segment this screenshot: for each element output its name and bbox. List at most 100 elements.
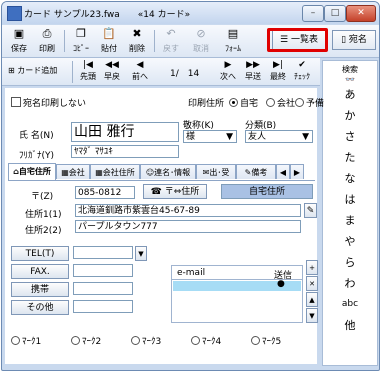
addressee-button[interactable]: ▯ 宛名 <box>332 30 376 50</box>
tab-company[interactable]: ▦会社 <box>56 164 90 179</box>
kana-index: 検索 👓 あ か さ た な は ま や ら わ abc 他 <box>322 60 378 366</box>
cancel-button[interactable]: ⊘ 取消 <box>188 28 214 54</box>
prev-button[interactable]: ◀ 前へ <box>132 60 148 82</box>
tab-sent-received[interactable]: ✉出･受 <box>196 164 236 179</box>
home-address-button[interactable]: 自宅住所 <box>221 184 313 199</box>
tab-scroll-left[interactable]: ◀ <box>276 164 290 179</box>
paste-button[interactable]: 📋 貼付 <box>96 28 122 54</box>
name-label: 氏 名(N) <box>19 131 54 141</box>
maximize-button[interactable]: □ <box>324 5 346 22</box>
kana-item[interactable]: な <box>323 168 377 189</box>
kana-item[interactable]: は <box>323 189 377 210</box>
mark-5[interactable]: ﾏｰｸ5 <box>251 334 281 347</box>
save-button[interactable]: ▣ 保存 <box>6 28 32 54</box>
paste-icon: 📋 <box>102 27 116 40</box>
kana-item[interactable]: 他 <box>323 315 377 336</box>
minimize-button[interactable]: – <box>302 5 324 22</box>
fast-back-button[interactable]: ◀◀ 早戻 <box>104 60 120 82</box>
toolbar-separator <box>154 30 155 52</box>
arrow-up-icon: ▲ <box>309 296 315 304</box>
address-tool-button[interactable]: ✎ <box>304 203 317 218</box>
other-input[interactable] <box>73 300 133 313</box>
check-button[interactable]: ✔ ﾁｪｯｸ <box>294 60 310 82</box>
copy-button[interactable]: ❐ ｺﾋﾟｰ <box>68 28 94 54</box>
kana-item[interactable]: あ <box>323 84 377 105</box>
address2-input[interactable]: パープルタウン777 <box>75 220 301 233</box>
toolbar-separator <box>64 30 65 52</box>
print-home-radio[interactable]: 自宅 <box>229 96 258 109</box>
print-button[interactable]: ⎙ 印刷 <box>34 28 60 54</box>
building-icon: ▦ <box>95 168 103 177</box>
kana-item[interactable]: ま <box>323 210 377 231</box>
other-button[interactable]: その他 <box>11 300 69 315</box>
delete-button[interactable]: ✖ 削除 <box>124 28 150 54</box>
chevron-left-icon: ◀ <box>279 168 287 177</box>
fast-forward-button[interactable]: ▶▶ 早送 <box>245 60 261 82</box>
close-button[interactable]: ✕ <box>346 5 376 22</box>
next-icon: ▶ <box>224 60 232 70</box>
category-select[interactable]: 友人 ▼ <box>245 130 313 143</box>
email-down-button[interactable]: ▼ <box>306 308 318 323</box>
kana-item[interactable]: か <box>323 105 377 126</box>
kana-item[interactable]: わ <box>323 273 377 294</box>
tab-notes[interactable]: ✎備考 <box>236 164 276 179</box>
add-card-button[interactable]: ⊞ カード追加 <box>8 65 57 76</box>
tab-home-address[interactable]: ⌂自宅住所 <box>8 163 56 180</box>
tel-input[interactable] <box>73 246 133 259</box>
send-radio[interactable]: ● <box>277 279 285 289</box>
add-icon: + <box>309 264 315 272</box>
arrow-down-icon: ▼ <box>309 312 315 320</box>
kana-item[interactable]: や <box>323 231 377 252</box>
kana-item[interactable]: た <box>323 147 377 168</box>
email-delete-button[interactable]: ✕ <box>306 276 318 291</box>
tel-button[interactable]: TEL(T) <box>11 246 69 261</box>
kana-item[interactable]: さ <box>323 126 377 147</box>
first-button[interactable]: |◀ 先頭 <box>80 60 96 82</box>
furigana-input[interactable]: ﾔﾏﾀﾞ ﾏｻﾕｷ <box>71 145 179 158</box>
tel-options-button[interactable]: ▼ <box>135 246 147 261</box>
email-header: e-mail <box>177 268 206 278</box>
mark-3[interactable]: ﾏｰｸ3 <box>131 334 161 347</box>
honorific-select[interactable]: 様 ▼ <box>183 130 237 143</box>
tab-joint-info[interactable]: ☺連名･情報 <box>140 164 196 179</box>
address2-label: 住所2(2) <box>25 226 62 236</box>
pen-icon: ✎ <box>306 206 315 216</box>
print-company-radio[interactable]: 会社 <box>266 96 295 109</box>
email-up-button[interactable]: ▲ <box>306 292 318 307</box>
form-icon: ▤ <box>227 27 239 40</box>
furigana-label: ﾌﾘｶﾞﾅ(Y) <box>19 151 55 161</box>
name-input[interactable]: 山田 雅行 <box>71 122 179 142</box>
email-table: e-mail 送信 ● <box>171 265 303 323</box>
fax-input[interactable] <box>73 264 133 277</box>
prev-icon: ◀ <box>136 60 144 70</box>
people-icon: ☺ <box>145 168 155 177</box>
form-button[interactable]: ▤ ﾌｫｰﾑ <box>220 28 246 54</box>
undo-button[interactable]: ↶ 戻す <box>158 28 184 54</box>
tab-scroll-right[interactable]: ▶ <box>290 164 304 179</box>
zip-input[interactable]: 085-0812 <box>75 186 135 199</box>
tab-company-address[interactable]: ▦会社住所 <box>90 164 140 179</box>
toolbar-separator <box>72 61 73 83</box>
next-button[interactable]: ▶ 次へ <box>220 60 236 82</box>
close-icon: ✕ <box>309 280 315 288</box>
last-button[interactable]: ▶| 最終 <box>270 60 286 82</box>
mobile-input[interactable] <box>73 282 133 295</box>
mark-1[interactable]: ﾏｰｸ1 <box>11 334 41 347</box>
mark-4[interactable]: ﾏｰｸ4 <box>191 334 221 347</box>
email-row[interactable]: ● <box>173 279 301 291</box>
add-card-icon: ⊞ <box>8 66 15 75</box>
mark-2[interactable]: ﾏｰｸ2 <box>71 334 101 347</box>
mobile-button[interactable]: 携帯 <box>11 282 69 297</box>
address1-input[interactable]: 北海道釧路市紫雲台45-67-89 <box>75 204 301 217</box>
email-add-button[interactable]: + <box>306 260 318 275</box>
kana-item[interactable]: abc <box>323 294 377 315</box>
navigation-toolbar: ⊞ カード追加 |◀ 先頭 ◀◀ 早戻 ◀ 前へ 1/ 14 ▶ 次へ ▶▶ 早送 ▶| 最… <box>2 58 320 86</box>
zip-to-address-button[interactable]: ☎ 〒⇔住所 <box>143 184 207 199</box>
fast-forward-icon: ▶▶ <box>246 60 260 70</box>
kana-item[interactable]: ら <box>323 252 377 273</box>
print-spare-radio[interactable]: 予備 <box>295 96 324 109</box>
fax-button[interactable]: FAX. <box>11 264 69 279</box>
no-print-checkbox[interactable]: 宛名印刷しない <box>11 96 86 109</box>
address1-label: 住所1(1) <box>25 210 62 220</box>
chevron-down-icon: ▼ <box>302 132 309 142</box>
